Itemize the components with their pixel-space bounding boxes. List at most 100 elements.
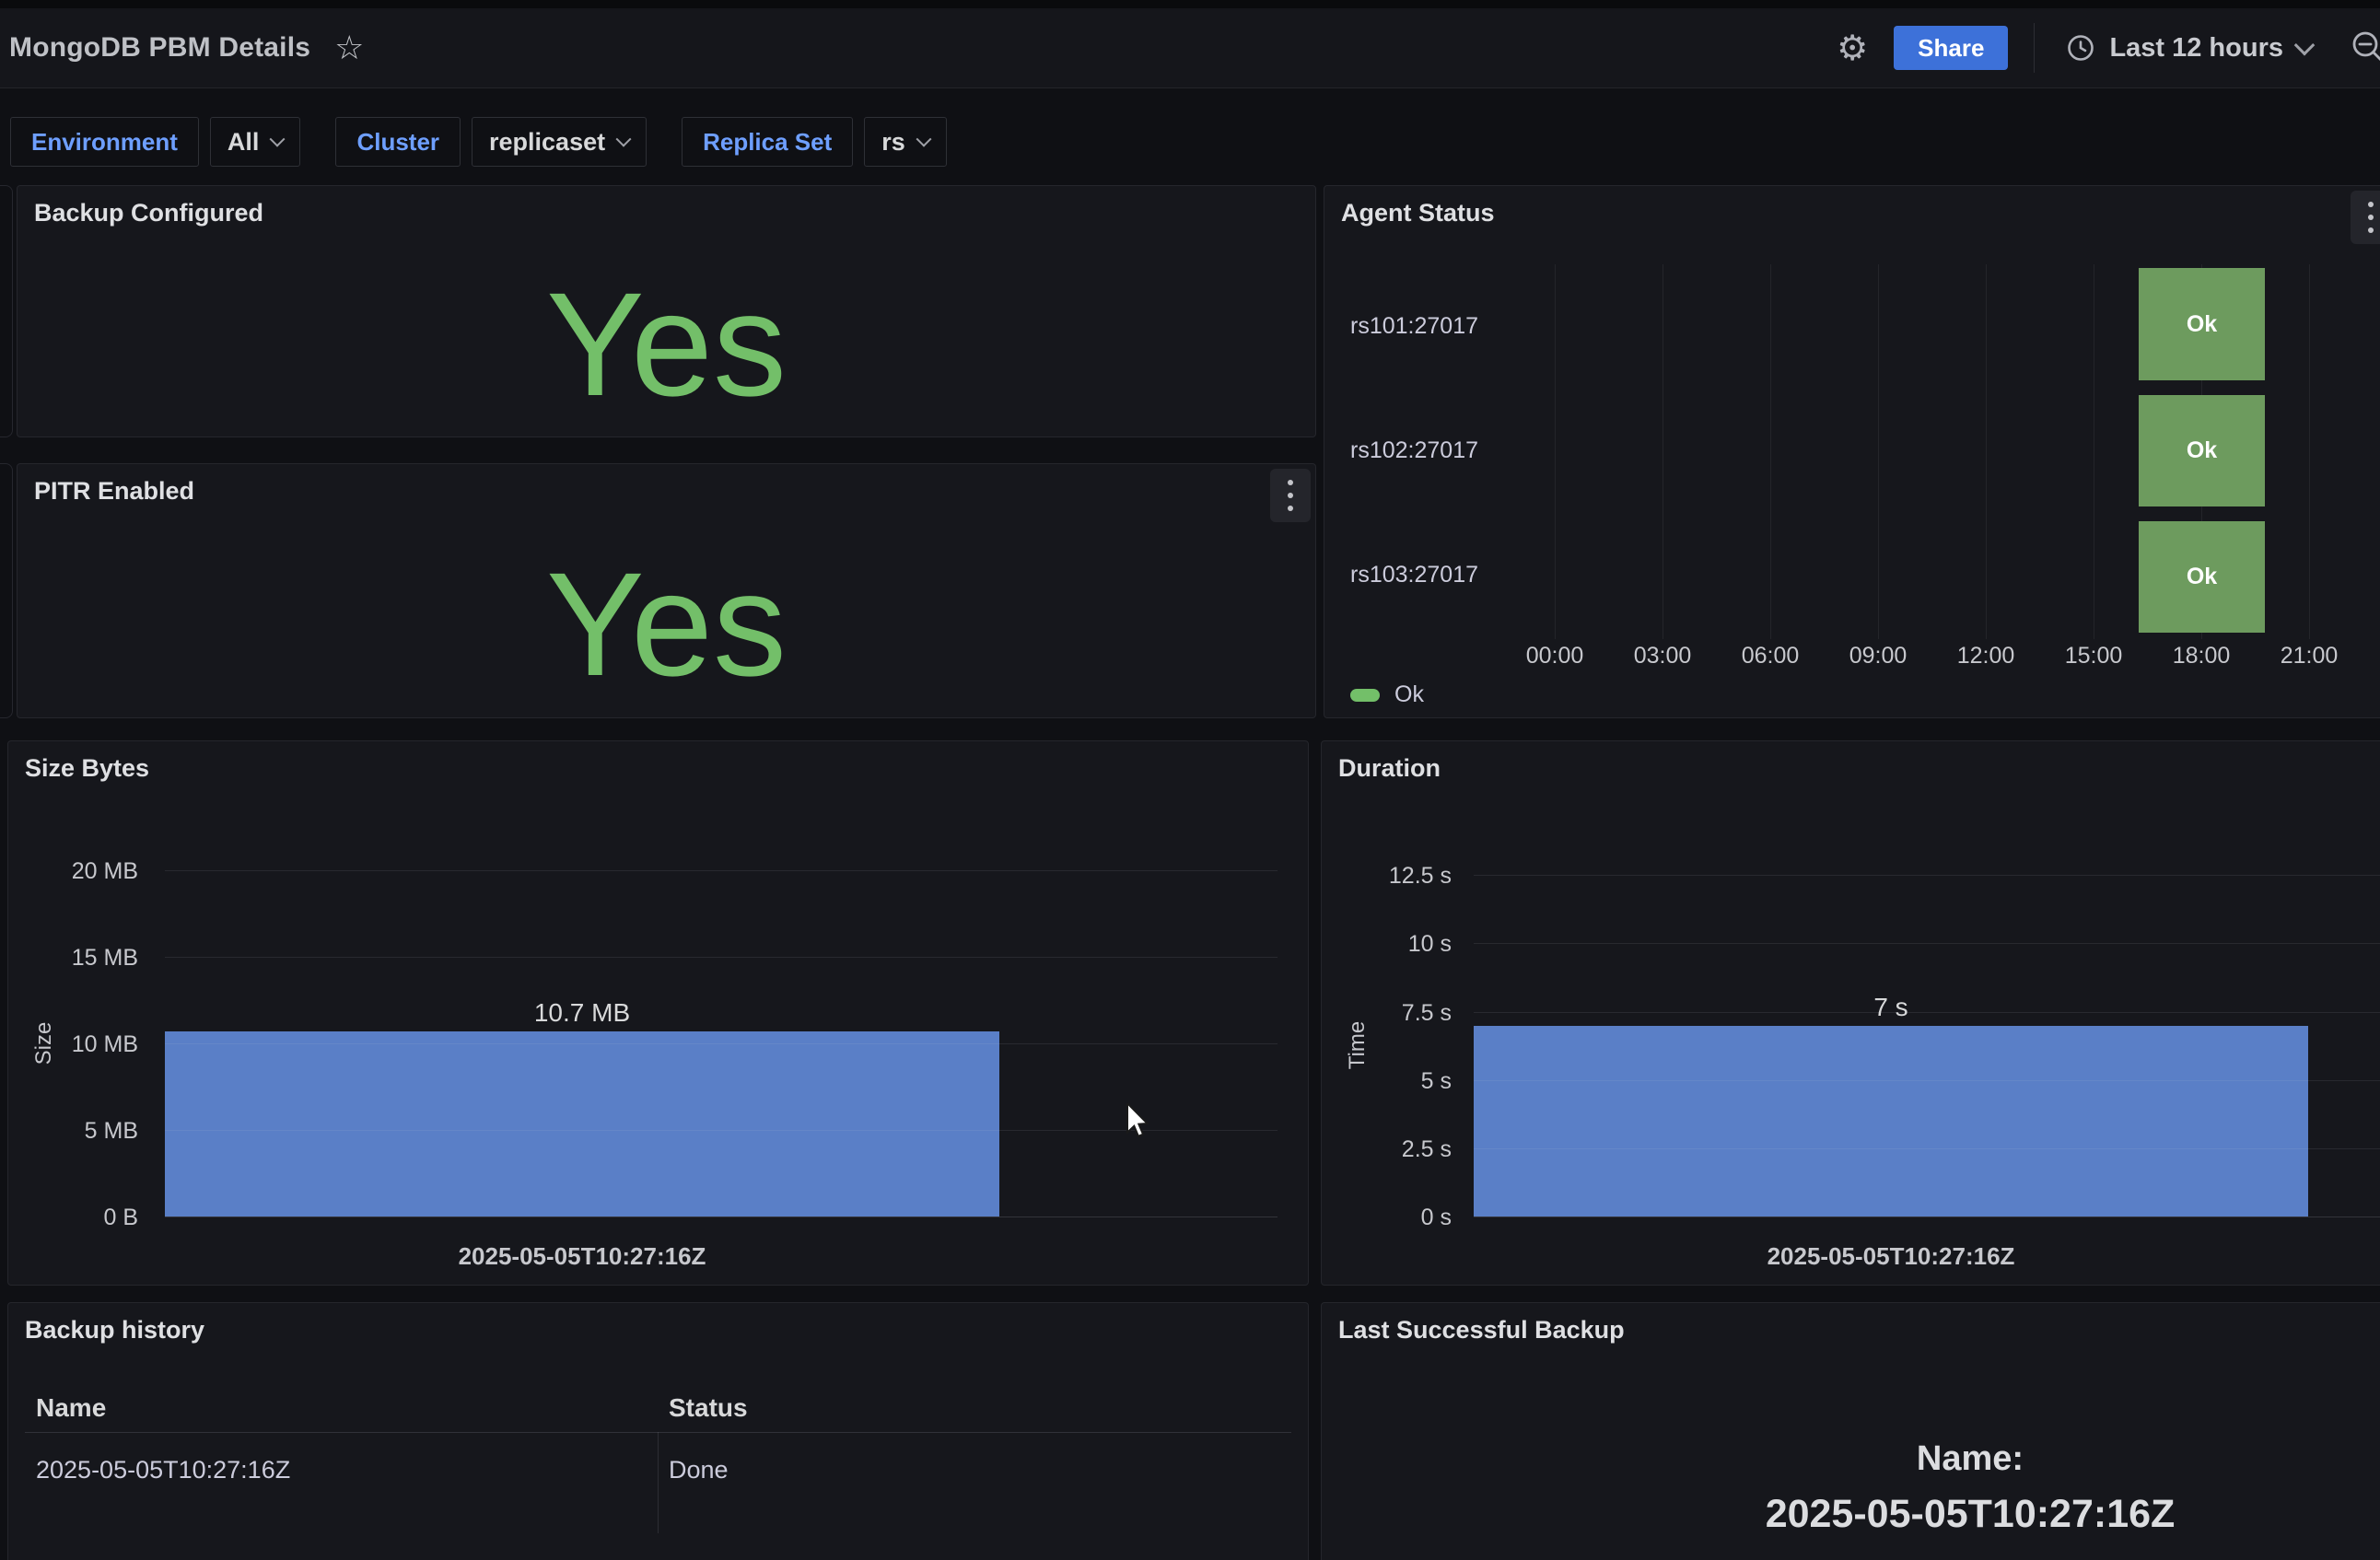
gridline bbox=[2309, 264, 2310, 639]
legend-swatch bbox=[1350, 689, 1380, 702]
filter-replica-set-select[interactable]: rs bbox=[864, 117, 947, 167]
x-axis-tick: 2025-05-05T10:27:16Z bbox=[1474, 1242, 2308, 1271]
filter-environment-value: All bbox=[228, 128, 260, 157]
x-axis-tick: 21:00 bbox=[2254, 643, 2364, 669]
gridline bbox=[1662, 264, 1663, 639]
filter-cluster: Cluster replicaset bbox=[335, 117, 647, 167]
panel-title[interactable]: Backup history bbox=[25, 1316, 204, 1345]
y-axis-tick: 0 s bbox=[1322, 1205, 1452, 1231]
panel-backup-history: Backup history Name Status 2025-05-05T10… bbox=[7, 1302, 1309, 1560]
filter-cluster-select[interactable]: replicaset bbox=[472, 117, 647, 167]
state-block-ok[interactable]: Ok bbox=[2139, 395, 2265, 506]
x-axis-tick: 06:00 bbox=[1715, 643, 1826, 669]
x-axis-tick: 03:00 bbox=[1607, 643, 1718, 669]
gridline bbox=[1878, 264, 1879, 639]
size-bytes-bar[interactable] bbox=[165, 1031, 999, 1217]
mouse-cursor bbox=[1126, 1103, 1157, 1140]
table-header-name[interactable]: Name bbox=[36, 1393, 106, 1423]
panel-backup-configured: Backup Configured Yes bbox=[17, 185, 1316, 437]
panel-size-bytes: Size Bytes Size 20 MB 15 MB 10 MB 5 MB 0… bbox=[7, 740, 1309, 1286]
gridline bbox=[1474, 1148, 2380, 1149]
panel-duration: Duration Time 12.5 s 10 s 7.5 s 5 s 2.5 … bbox=[1321, 740, 2380, 1286]
page-title: MongoDB PBM Details bbox=[9, 32, 310, 64]
y-axis-tick: 5 MB bbox=[8, 1118, 138, 1145]
time-range-label: Last 12 hours bbox=[2109, 33, 2283, 64]
chevron-down-icon bbox=[616, 132, 632, 147]
legend-label: Ok bbox=[1394, 681, 1424, 708]
last-backup-name-value: 2025-05-05T10:27:16Z bbox=[1766, 1492, 2176, 1537]
offscreen-panel-edge bbox=[0, 185, 13, 437]
share-button[interactable]: Share bbox=[1894, 26, 2008, 70]
panel-title[interactable]: Agent Status bbox=[1341, 199, 1495, 227]
y-axis-tick: 10 MB bbox=[8, 1031, 138, 1058]
table-cell-name: 2025-05-05T10:27:16Z bbox=[36, 1456, 290, 1484]
time-range-picker[interactable]: Last 12 hours bbox=[2066, 33, 2312, 64]
gridline bbox=[165, 1043, 1278, 1044]
x-axis-tick: 09:00 bbox=[1823, 643, 1933, 669]
x-axis-tick: 00:00 bbox=[1499, 643, 1610, 669]
x-axis-tick: 18:00 bbox=[2146, 643, 2257, 669]
state-block-ok[interactable]: Ok bbox=[2139, 521, 2265, 633]
x-axis-tick: 12:00 bbox=[1931, 643, 2041, 669]
filter-replica-set: Replica Set rs bbox=[682, 117, 947, 167]
table-header-status[interactable]: Status bbox=[669, 1393, 748, 1423]
y-axis-tick: 2.5 s bbox=[1322, 1136, 1452, 1163]
backup-configured-value: Yes bbox=[546, 271, 787, 418]
last-backup-name-label: Name: bbox=[1917, 1439, 2024, 1479]
gridline bbox=[165, 1130, 1278, 1131]
y-axis-tick: 7.5 s bbox=[1322, 1000, 1452, 1027]
x-axis-tick: 15:00 bbox=[2038, 643, 2149, 669]
navbar: MongoDB PBM Details ☆ ⚙ Share Last 12 ho… bbox=[0, 8, 2380, 88]
filter-environment-label: Environment bbox=[10, 117, 199, 167]
y-axis-tick: 5 s bbox=[1322, 1068, 1452, 1095]
table-column-divider bbox=[658, 1432, 659, 1533]
table-cell-status: Done bbox=[669, 1456, 729, 1484]
stat-wrap: Yes bbox=[18, 464, 1315, 717]
chevron-down-icon bbox=[2294, 35, 2316, 56]
duration-bar[interactable] bbox=[1474, 1026, 2308, 1217]
gear-icon[interactable]: ⚙ bbox=[1837, 30, 1868, 65]
navbar-right: ⚙ Share Last 12 hours bbox=[1837, 8, 2380, 87]
navbar-divider bbox=[2034, 23, 2035, 73]
pitr-enabled-value: Yes bbox=[546, 551, 787, 698]
chevron-down-icon bbox=[916, 132, 931, 147]
bar-value-label: 7 s bbox=[1474, 993, 2308, 1022]
y-axis-tick: 20 MB bbox=[8, 858, 138, 885]
legend-item-ok[interactable]: Ok bbox=[1350, 681, 1424, 708]
window-top-edge bbox=[0, 0, 2380, 8]
y-axis-tick: 15 MB bbox=[8, 945, 138, 972]
zoom-out-icon[interactable] bbox=[2351, 29, 2380, 66]
gridline bbox=[1986, 264, 1987, 639]
chevron-down-icon bbox=[270, 132, 286, 147]
gridline bbox=[165, 870, 1278, 871]
star-icon[interactable]: ☆ bbox=[334, 31, 364, 64]
filter-environment: Environment All bbox=[10, 117, 300, 167]
filter-cluster-label: Cluster bbox=[335, 117, 461, 167]
panel-title[interactable]: Size Bytes bbox=[25, 754, 149, 783]
navbar-left: MongoDB PBM Details ☆ bbox=[9, 8, 364, 87]
bar-value-label: 10.7 MB bbox=[165, 998, 999, 1028]
gridline bbox=[1770, 264, 1771, 639]
instance-label: rs101:27017 bbox=[1350, 313, 1478, 340]
filter-environment-select[interactable]: All bbox=[210, 117, 301, 167]
y-axis-tick: 12.5 s bbox=[1322, 863, 1452, 890]
filter-cluster-value: replicaset bbox=[489, 128, 605, 157]
filter-replica-set-value: rs bbox=[881, 128, 905, 157]
panel-last-successful-backup: Last Successful Backup Name: 2025-05-05T… bbox=[1321, 1302, 2380, 1560]
stat-wrap: Yes bbox=[18, 186, 1315, 437]
panel-title[interactable]: Last Successful Backup bbox=[1338, 1316, 1625, 1345]
y-axis-tick: 10 s bbox=[1322, 931, 1452, 958]
x-axis-tick: 2025-05-05T10:27:16Z bbox=[165, 1242, 999, 1271]
grafana-dashboard: MongoDB PBM Details ☆ ⚙ Share Last 12 ho… bbox=[0, 0, 2380, 1560]
offscreen-panel-edge bbox=[0, 463, 13, 718]
panel-title[interactable]: Duration bbox=[1338, 754, 1441, 783]
gridline bbox=[165, 957, 1278, 958]
gridline bbox=[1474, 1080, 2380, 1081]
panel-pitr-enabled: PITR Enabled Yes bbox=[17, 463, 1316, 718]
template-variables-row: Environment All Cluster replicaset Repli… bbox=[10, 117, 982, 167]
instance-label: rs103:27017 bbox=[1350, 562, 1478, 588]
panel-menu-kebab-icon[interactable] bbox=[2351, 191, 2380, 244]
panel-agent-status: Agent Status rs101:27017 rs102:27017 rs1… bbox=[1324, 185, 2380, 718]
gridline bbox=[1474, 875, 2380, 876]
state-block-ok[interactable]: Ok bbox=[2139, 268, 2265, 380]
